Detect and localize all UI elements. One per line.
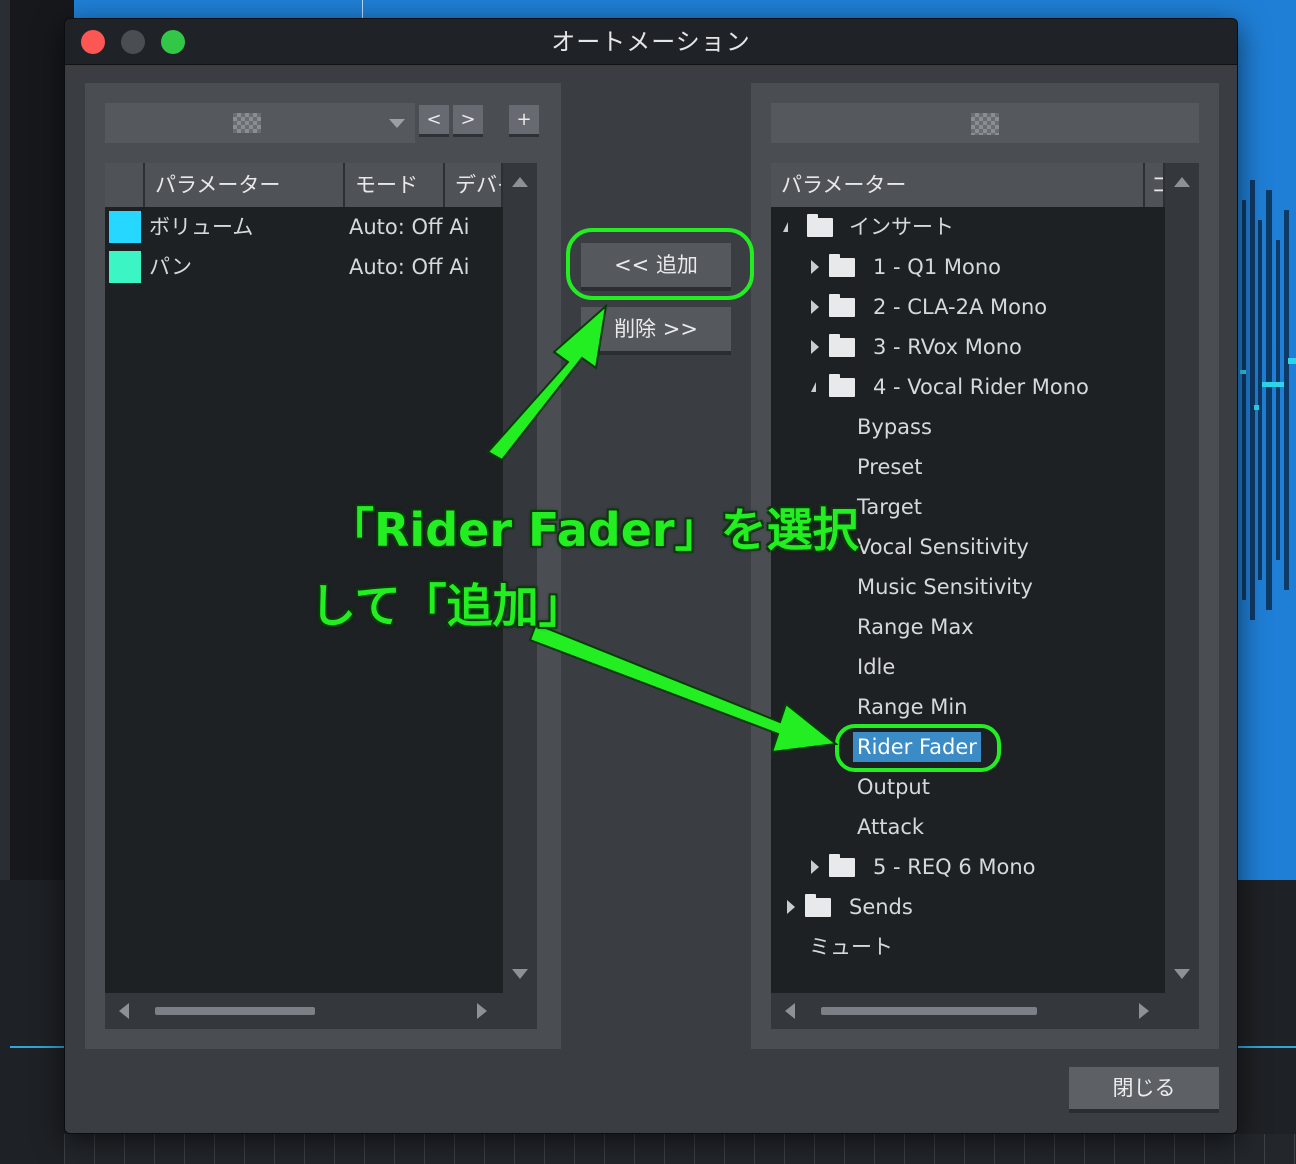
collapsed-triangle-icon[interactable] (811, 340, 819, 354)
title-bar: オートメーション (65, 19, 1237, 65)
scroll-thumb[interactable] (821, 1007, 1037, 1015)
tree-item-label: 1 - Q1 Mono (873, 255, 1001, 279)
folder-icon (829, 854, 855, 877)
parameter-label: Range Max (857, 615, 974, 639)
tree-item-sends[interactable]: Sends (771, 887, 1165, 927)
previous-track-button[interactable]: < (419, 105, 449, 137)
annotation-line-2: して「追加」 (310, 579, 585, 633)
tree-item-label: ミュート (809, 935, 893, 959)
tree-item-inserts[interactable]: インサート (771, 207, 1165, 247)
color-swatch (109, 211, 141, 243)
folder-icon (807, 214, 833, 237)
second-column-header[interactable]: コ (1145, 163, 1165, 207)
color-swatch (109, 251, 141, 283)
parameter-label: Output (857, 775, 930, 799)
parameter-name: パン (149, 255, 193, 279)
automation-dialog: オートメーション < > + パラメーター モード デバイス ボリューム Aut… (64, 18, 1238, 1134)
tree-item-plugin[interactable]: 4 - Vocal Rider Mono (771, 367, 1165, 407)
track-name-pixelated (233, 113, 261, 133)
next-track-button[interactable]: > (453, 105, 483, 137)
tree-item-label: 3 - RVox Mono (873, 335, 1022, 359)
vertical-scrollbar[interactable] (1165, 163, 1199, 1029)
list-item[interactable]: ボリューム Auto: Off Ai (105, 207, 503, 247)
tree-item-label: Sends (849, 895, 913, 919)
device-column-header[interactable]: デバイス (445, 163, 503, 207)
track-name-pixelated (971, 113, 999, 135)
tree-item-label: インサート (849, 215, 954, 239)
list-item[interactable]: パン Auto: Off Ai (105, 247, 503, 287)
parameter-label: Target (857, 495, 922, 519)
annotation-line-1: 「Rider Fader」を選択 (328, 503, 859, 557)
horizontal-scrollbar[interactable] (105, 993, 503, 1029)
parameter-name: ボリューム (149, 215, 254, 239)
tree-item-label: 5 - REQ 6 Mono (873, 855, 1036, 879)
add-track-button[interactable]: + (509, 105, 539, 137)
track-selector-dropdown[interactable] (105, 103, 415, 143)
folder-icon (829, 374, 855, 397)
tree-item-label: 2 - CLA-2A Mono (873, 295, 1048, 319)
available-parameters-panel: パラメーター コ インサート 1 - Q1 Mono 2 - (751, 83, 1219, 1049)
collapsed-triangle-icon[interactable] (811, 260, 819, 274)
parameter-label: Rider Fader (853, 732, 981, 762)
color-column-header (105, 163, 145, 207)
scroll-right-icon[interactable] (477, 1003, 487, 1019)
scroll-right-icon[interactable] (1139, 1003, 1149, 1019)
folder-icon (829, 294, 855, 317)
mode-column-header[interactable]: モード (345, 163, 445, 207)
automation-mode: Auto: Off Ai (349, 255, 470, 279)
scroll-left-icon[interactable] (785, 1003, 795, 1019)
parameter-label: Range Min (857, 695, 968, 719)
parameter-tree[interactable]: パラメーター コ インサート 1 - Q1 Mono 2 - (771, 163, 1199, 1029)
parameter-label: Music Sensitivity (857, 575, 1033, 599)
chevron-down-icon (389, 119, 405, 128)
active-automation-panel: < > + パラメーター モード デバイス ボリューム Auto: Off Ai… (85, 83, 561, 1049)
scroll-up-icon[interactable] (1174, 177, 1190, 187)
daw-left-strip (0, 0, 10, 880)
scroll-left-icon[interactable] (119, 1003, 129, 1019)
collapsed-triangle-icon[interactable] (787, 900, 795, 914)
collapsed-triangle-icon[interactable] (811, 300, 819, 314)
window-title: オートメーション (551, 28, 751, 56)
tree-item-label: 4 - Vocal Rider Mono (873, 375, 1089, 399)
folder-icon (829, 334, 855, 357)
expanded-triangle-icon[interactable] (811, 382, 816, 392)
tree-item-plugin[interactable]: 3 - RVox Mono (771, 327, 1165, 367)
tree-item-plugin[interactable]: 5 - REQ 6 Mono (771, 847, 1165, 887)
track-name-display (771, 103, 1199, 143)
parameter-label: Attack (857, 815, 925, 839)
tree-item-plugin[interactable]: 1 - Q1 Mono (771, 247, 1165, 287)
parameter-label: Vocal Sensitivity (857, 535, 1029, 559)
close-button[interactable]: 閉じる (1069, 1067, 1219, 1113)
collapsed-triangle-icon[interactable] (811, 860, 819, 874)
parameter-column-header[interactable]: パラメーター (145, 163, 345, 207)
tree-item-plugin[interactable]: 2 - CLA-2A Mono (771, 287, 1165, 327)
folder-icon (829, 254, 855, 277)
folder-icon (805, 894, 831, 917)
add-automation-button[interactable]: << 追加 (581, 243, 731, 291)
dialog-body: < > + パラメーター モード デバイス ボリューム Auto: Off Ai… (65, 65, 1237, 1133)
remove-automation-button[interactable]: 削除 >> (581, 307, 731, 355)
daw-playhead (362, 0, 363, 18)
parameter-label: Idle (857, 655, 896, 679)
scroll-up-icon[interactable] (512, 177, 528, 187)
waveform (1240, 180, 1296, 620)
automation-mode: Auto: Off Ai (349, 215, 470, 239)
daw-ruler (64, 1134, 1296, 1164)
parameter-column-header[interactable]: パラメーター (771, 163, 1145, 207)
parameter-label: Bypass (857, 415, 932, 439)
expanded-triangle-icon[interactable] (783, 222, 788, 232)
scroll-down-icon[interactable] (1174, 969, 1190, 979)
scroll-down-icon[interactable] (512, 969, 528, 979)
scroll-thumb[interactable] (155, 1007, 315, 1015)
horizontal-scrollbar[interactable] (771, 993, 1165, 1029)
parameter-label: Preset (857, 455, 923, 479)
